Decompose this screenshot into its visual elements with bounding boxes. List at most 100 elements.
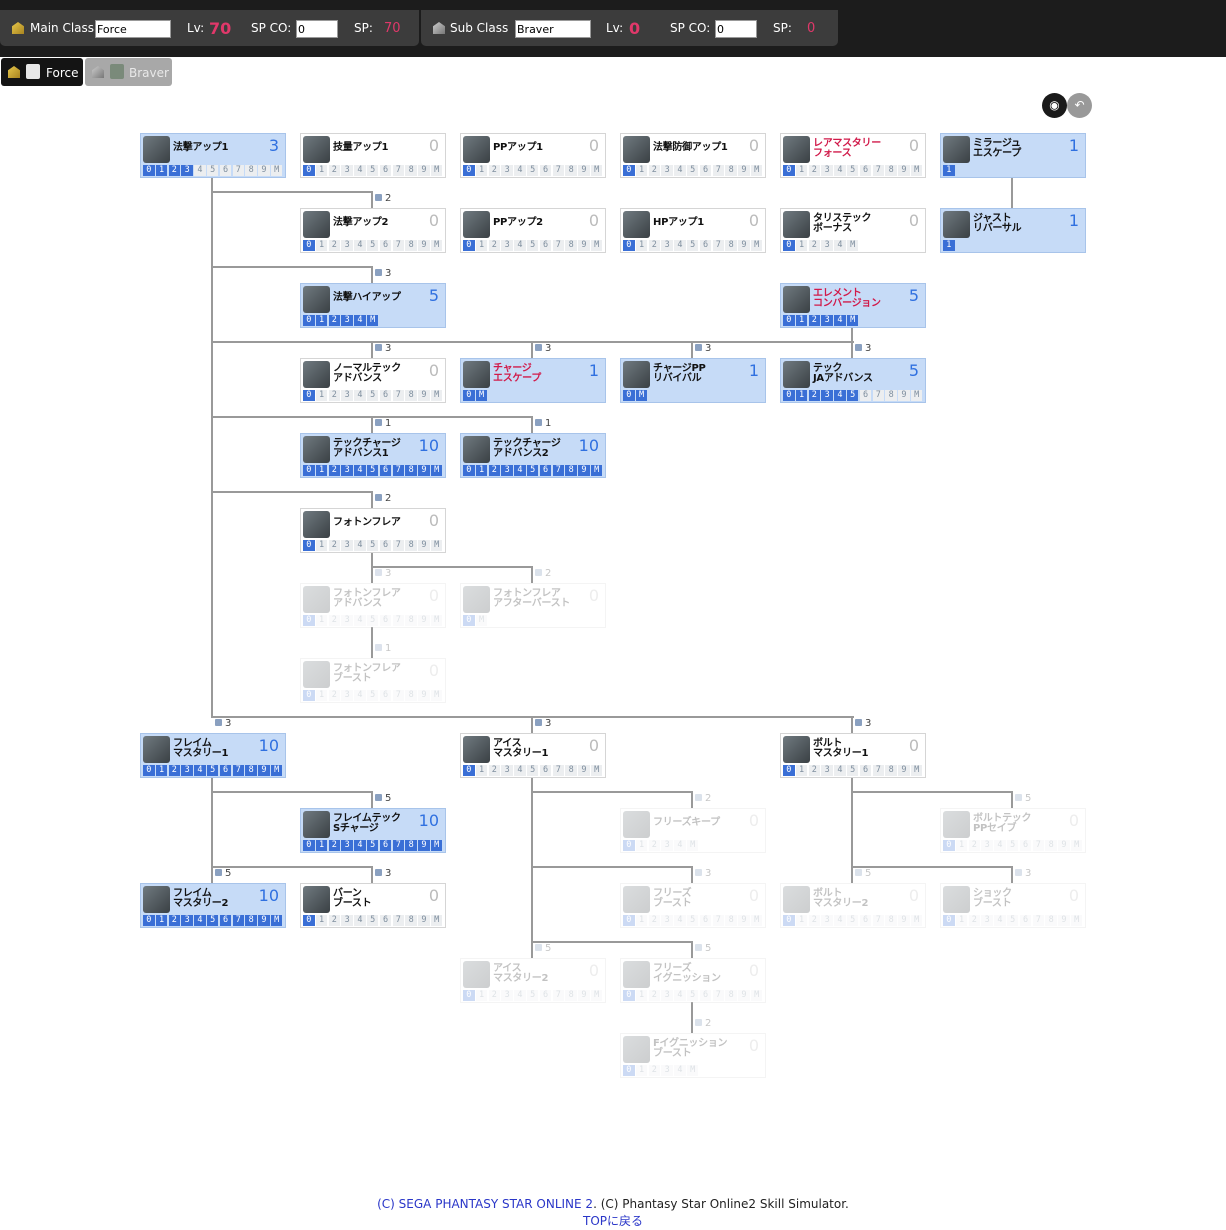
skill-cell[interactable]: 技量アップ1 0 0 1 2 3 4 5 6 7 8 9 M bbox=[300, 133, 446, 178]
level-digit[interactable]: 1 bbox=[315, 840, 328, 851]
level-digit[interactable]: 0 bbox=[623, 840, 635, 851]
level-digit[interactable]: 6 bbox=[379, 465, 392, 476]
level-digit[interactable]: 2 bbox=[808, 765, 821, 776]
level-digit[interactable]: 4 bbox=[674, 840, 686, 851]
level-digit[interactable]: 2 bbox=[168, 765, 181, 776]
level-digit[interactable]: 8 bbox=[725, 915, 737, 926]
level-digit[interactable]: 1 bbox=[635, 840, 648, 851]
level-digit[interactable]: M bbox=[270, 765, 283, 776]
level-digit[interactable]: 2 bbox=[968, 840, 981, 851]
level-digit[interactable]: 1 bbox=[795, 765, 808, 776]
level-digit[interactable]: 7 bbox=[552, 465, 565, 476]
level-digit[interactable]: 9 bbox=[418, 540, 430, 551]
skill-cell[interactable]: タリステック ボーナス 0 0 1 2 3 4 M bbox=[780, 208, 926, 253]
level-digit[interactable]: 3 bbox=[341, 315, 353, 326]
level-digit[interactable]: M bbox=[910, 390, 923, 401]
level-digit[interactable]: 6 bbox=[539, 165, 552, 176]
level-digit[interactable]: 6 bbox=[1019, 915, 1032, 926]
level-digit[interactable]: 3 bbox=[501, 465, 513, 476]
skill-cell[interactable]: フォトンフレア 0 0 1 2 3 4 5 6 7 8 9 M bbox=[300, 508, 446, 553]
skill-cell[interactable]: 法撃アップ1 3 0 1 2 3 4 5 6 7 8 9 M bbox=[140, 133, 286, 178]
level-digit[interactable]: 8 bbox=[565, 765, 577, 776]
level-digit[interactable]: 5 bbox=[846, 165, 859, 176]
level-digit[interactable]: M bbox=[430, 540, 443, 551]
skill-cell[interactable]: フレイム マスタリー1 10 0 1 2 3 4 5 6 7 8 9 M bbox=[140, 733, 286, 778]
level-digit[interactable]: 2 bbox=[648, 840, 661, 851]
skill-cell[interactable]: ボルト マスタリー1 0 0 1 2 3 4 5 6 7 8 9 M bbox=[780, 733, 926, 778]
skill-cell[interactable]: 法撃アップ2 0 0 1 2 3 4 5 6 7 8 9 M bbox=[300, 208, 446, 253]
level-digit[interactable]: 8 bbox=[245, 765, 257, 776]
level-digit[interactable]: 3 bbox=[341, 690, 353, 701]
level-digit[interactable]: 2 bbox=[488, 240, 501, 251]
level-digit[interactable]: 0 bbox=[623, 990, 635, 1001]
level-digit[interactable]: 5 bbox=[686, 990, 699, 1001]
level-digit[interactable]: 1 bbox=[795, 240, 808, 251]
level-digit[interactable]: 0 bbox=[783, 315, 795, 326]
level-digit[interactable]: 8 bbox=[405, 540, 417, 551]
level-digit[interactable]: 4 bbox=[514, 165, 526, 176]
level-digit[interactable]: 5 bbox=[526, 240, 539, 251]
level-digit[interactable]: 2 bbox=[328, 615, 341, 626]
level-digit[interactable]: 4 bbox=[994, 915, 1006, 926]
level-digit[interactable]: 9 bbox=[1058, 840, 1070, 851]
level-digit[interactable]: 4 bbox=[994, 840, 1006, 851]
level-digit[interactable]: 5 bbox=[686, 240, 699, 251]
level-digit[interactable]: 8 bbox=[405, 165, 417, 176]
level-digit[interactable]: 5 bbox=[526, 465, 539, 476]
level-digit[interactable]: 4 bbox=[674, 990, 686, 1001]
level-digit[interactable]: 0 bbox=[463, 615, 475, 626]
level-digit[interactable]: 2 bbox=[968, 915, 981, 926]
level-digit[interactable]: 4 bbox=[514, 240, 526, 251]
level-digit[interactable]: M bbox=[1070, 915, 1083, 926]
level-digit[interactable]: 1 bbox=[635, 240, 648, 251]
level-digit[interactable]: 3 bbox=[181, 765, 193, 776]
level-digit[interactable]: 7 bbox=[712, 165, 725, 176]
level-digit[interactable]: 8 bbox=[885, 915, 897, 926]
level-digit[interactable]: 9 bbox=[418, 240, 430, 251]
skill-cell[interactable]: アイス マスタリー1 0 0 1 2 3 4 5 6 7 8 9 M bbox=[460, 733, 606, 778]
level-digit[interactable]: 0 bbox=[623, 915, 635, 926]
level-digit[interactable]: 8 bbox=[565, 465, 577, 476]
level-digit[interactable]: 4 bbox=[834, 165, 846, 176]
level-digit[interactable]: 8 bbox=[405, 915, 417, 926]
level-digit[interactable]: 0 bbox=[303, 690, 315, 701]
level-digit[interactable]: M bbox=[910, 165, 923, 176]
level-digit[interactable]: 7 bbox=[712, 240, 725, 251]
level-digit[interactable]: 1 bbox=[315, 390, 328, 401]
level-digit[interactable]: 8 bbox=[565, 990, 577, 1001]
level-digit[interactable]: 8 bbox=[1045, 840, 1057, 851]
level-digit[interactable]: 7 bbox=[552, 765, 565, 776]
level-digit[interactable]: 9 bbox=[418, 615, 430, 626]
level-digit[interactable]: 6 bbox=[859, 165, 872, 176]
level-digit[interactable]: M bbox=[430, 615, 443, 626]
level-digit[interactable]: 7 bbox=[392, 840, 405, 851]
level-digit[interactable]: 3 bbox=[821, 765, 833, 776]
level-digit[interactable]: 4 bbox=[354, 840, 366, 851]
level-digit[interactable]: 0 bbox=[463, 990, 475, 1001]
level-digit[interactable]: 8 bbox=[245, 915, 257, 926]
level-digit[interactable]: 2 bbox=[488, 990, 501, 1001]
level-digit[interactable]: 7 bbox=[392, 915, 405, 926]
level-digit[interactable]: 7 bbox=[872, 390, 885, 401]
level-digit[interactable]: 7 bbox=[392, 165, 405, 176]
level-digit[interactable]: 1 bbox=[475, 765, 488, 776]
level-digit[interactable]: M bbox=[366, 315, 379, 326]
level-digit[interactable]: 1 bbox=[795, 315, 808, 326]
level-digit[interactable]: 3 bbox=[661, 165, 673, 176]
level-digit[interactable]: 5 bbox=[366, 840, 379, 851]
level-digit[interactable]: M bbox=[475, 390, 488, 401]
level-digit[interactable]: 6 bbox=[379, 390, 392, 401]
level-digit[interactable]: 9 bbox=[898, 165, 910, 176]
level-digit[interactable]: 6 bbox=[379, 915, 392, 926]
level-digit[interactable]: 7 bbox=[552, 165, 565, 176]
skill-cell[interactable]: ミラージュ エスケープ 1 1 bbox=[940, 133, 1086, 178]
level-digit[interactable]: 6 bbox=[699, 240, 712, 251]
level-digit[interactable]: 9 bbox=[1058, 915, 1070, 926]
level-digit[interactable]: 3 bbox=[661, 240, 673, 251]
level-digit[interactable]: 4 bbox=[674, 165, 686, 176]
level-digit[interactable]: 6 bbox=[219, 765, 232, 776]
level-digit[interactable]: 8 bbox=[725, 240, 737, 251]
level-digit[interactable]: 5 bbox=[1006, 915, 1019, 926]
level-digit[interactable]: 3 bbox=[341, 840, 353, 851]
level-digit[interactable]: 0 bbox=[623, 165, 635, 176]
